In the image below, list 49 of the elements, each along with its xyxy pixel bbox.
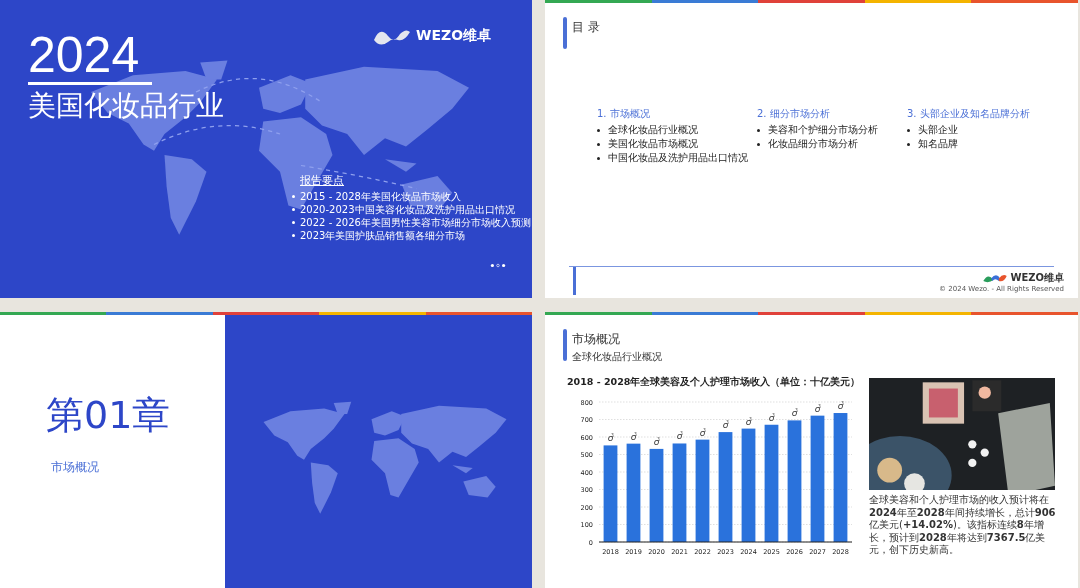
slide-subtitle: 全球化妆品行业概况 [572, 350, 662, 364]
section-item: 全球化妆品行业概况 [608, 123, 698, 137]
highlight-item: 2022 - 2026年美国男性美容市场细分市场收入预测 [300, 216, 531, 229]
value-label: ở [791, 408, 798, 419]
section-item: 中国化妆品及洗护用品出口情况 [608, 151, 748, 165]
value-label: ở [699, 427, 706, 438]
bullet-icon [907, 128, 910, 132]
highlight-item: 2023年美国护肤品销售额各细分市场 [300, 229, 466, 242]
section-item: 美国化妆品市场概况 [608, 137, 698, 151]
bullet-icon [292, 208, 295, 211]
bullet-icon [292, 195, 295, 198]
description-paragraph: 全球美容和个人护理市场的收入预计将在2024年至2028年间持续增长，总计906亿美元(+14.02%)。该指标连续8年增长，预计到2028年将达到7367.5亿美元，创下历史新高。 [869, 494, 1057, 557]
slide-title: 市场概况 [572, 331, 621, 348]
section-heading: 2. 细分市场分析 [757, 107, 831, 121]
section-item: 知名品牌 [918, 137, 958, 151]
bullet-icon [907, 142, 910, 146]
bullet-icon [292, 234, 295, 237]
value-label: ở [653, 436, 660, 447]
slide-title: 目 录 [572, 19, 600, 36]
value-label: ở [768, 412, 775, 423]
highlight-item: 2015 - 2028年美国化妆品市场收入 [300, 190, 461, 203]
value-label: ở [722, 420, 729, 431]
bullet-icon [597, 156, 600, 160]
pagination-icon [490, 263, 506, 268]
logo-text: WEZO维卓 [1010, 271, 1064, 285]
section-heading: 3. 头部企业及知名品牌分析 [907, 107, 1031, 121]
bullet-icon [292, 221, 295, 224]
chapter-heading: 第01章 [46, 392, 172, 439]
cover-title: 美国化妆品行业 [28, 88, 224, 124]
bullet-icon [597, 128, 600, 132]
value-label: ở [630, 431, 637, 442]
bullet-icon [757, 128, 760, 132]
highlight-item: 2020-2023中国美容化妆品及洗护用品出口情况 [300, 203, 515, 216]
section-item: 美容和个护细分市场分析 [768, 123, 878, 137]
cover-year: 2024 [28, 28, 152, 85]
value-label: ở [745, 416, 752, 427]
section-item: 化妆品细分市场分析 [768, 137, 858, 151]
logo-text: WEZO维卓 [416, 27, 492, 45]
chart-title: 2018 - 2028年全球美容及个人护理市场收入（单位：十亿美元） [567, 376, 859, 389]
section-heading: 1. 市场概况 [597, 107, 651, 121]
value-label: ở [837, 401, 844, 411]
section-item: 头部企业 [918, 123, 958, 137]
value-label: ở [814, 403, 821, 414]
bullet-icon [597, 142, 600, 146]
value-label: ở [607, 433, 614, 444]
value-label: ở [676, 431, 683, 442]
highlights-title: 报告要点 [300, 173, 345, 188]
bullet-icon [757, 142, 760, 146]
chapter-subtitle: 市场概况 [51, 459, 100, 476]
